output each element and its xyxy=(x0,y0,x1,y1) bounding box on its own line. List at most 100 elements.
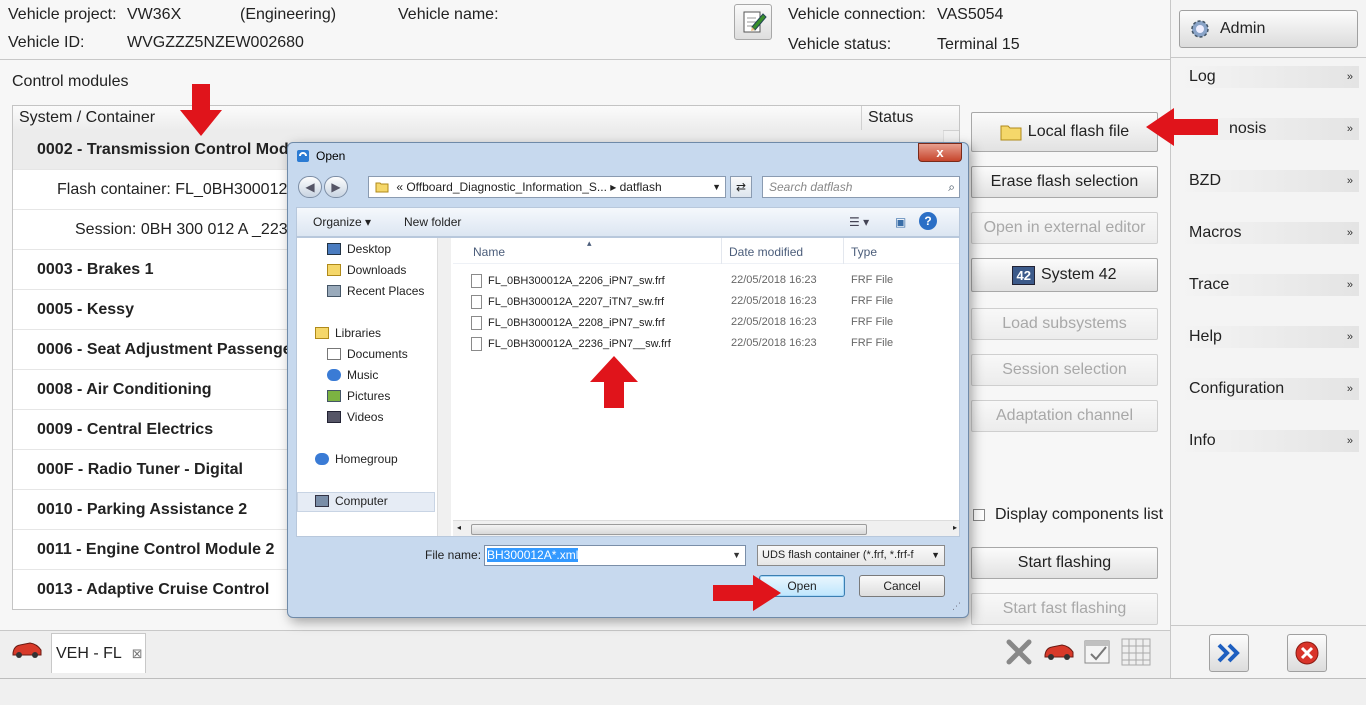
nav-music[interactable]: Music xyxy=(327,368,378,382)
system-42-button[interactable]: 42 System 42 xyxy=(971,258,1158,292)
file-list-horizontal-scrollbar[interactable]: ◂ ▸ xyxy=(453,520,959,536)
edit-vehicle-button[interactable] xyxy=(734,4,772,40)
file-name-label: File name: xyxy=(425,548,482,562)
address-bar[interactable]: « Offboard_Diagnostic_Information_S... ▸… xyxy=(368,176,726,198)
nav-downloads[interactable]: Downloads xyxy=(327,263,406,277)
erase-flash-selection-button[interactable]: Erase flash selection xyxy=(971,166,1158,198)
col-name[interactable]: Name xyxy=(473,245,505,259)
nav-libraries[interactable]: Libraries xyxy=(315,326,381,340)
col-date-modified[interactable]: Date modified xyxy=(729,245,803,259)
chevron-down-icon[interactable]: ▼ xyxy=(712,177,721,197)
sidebar-item-bzd[interactable]: BZD» xyxy=(1179,170,1359,192)
vehicle-info-header: Vehicle project: VW36X (Engineering) Veh… xyxy=(0,0,1170,60)
organize-button[interactable]: Organize ▾ xyxy=(313,215,371,229)
nav-documents[interactable]: Documents xyxy=(327,347,408,361)
vehicle-id-label: Vehicle ID: xyxy=(8,34,85,51)
file-name-value: BH300012A*.xml xyxy=(487,548,579,562)
vehicle-project-label: Vehicle project: xyxy=(8,6,117,23)
scrollbar-thumb[interactable] xyxy=(471,524,867,535)
gear-icon xyxy=(1191,20,1209,38)
red-arrow-down-icon xyxy=(180,84,222,136)
vehicle-id-value: WVGZZZ5NZEW002680 xyxy=(127,34,304,51)
nav-pane-scrollbar[interactable] xyxy=(437,238,451,536)
open-external-editor-button[interactable]: Open in external editor xyxy=(971,212,1158,244)
chevron-down-icon: » xyxy=(1346,123,1353,135)
vehicle-project-mode: (Engineering) xyxy=(240,6,337,23)
chevron-down-icon: » xyxy=(1346,383,1353,395)
dialog-close-button[interactable]: x xyxy=(918,143,962,162)
red-arrow-left-icon xyxy=(1146,108,1218,146)
view-options-icon[interactable]: ☰ ▾ xyxy=(849,215,869,229)
chevron-down-icon: ▼ xyxy=(931,546,940,565)
file-icon xyxy=(471,337,482,351)
sidebar-divider xyxy=(1171,57,1366,58)
resize-grip-icon[interactable]: ⋰ xyxy=(952,601,964,613)
nav-pictures[interactable]: Pictures xyxy=(327,389,390,403)
grid-table-icon[interactable] xyxy=(1120,637,1152,667)
chevron-down-icon[interactable]: ▼ xyxy=(732,546,741,565)
col-type[interactable]: Type xyxy=(851,245,877,259)
local-flash-file-button[interactable]: Local flash file xyxy=(971,112,1158,152)
double-chevron-right-icon xyxy=(1217,643,1240,663)
admin-button[interactable]: Admin xyxy=(1179,10,1358,48)
sidebar-item-log[interactable]: Log» xyxy=(1179,66,1359,88)
col-system-container[interactable]: System / Container xyxy=(19,109,155,127)
file-type-select[interactable]: UDS flash container (*.frf, *.frf-f ▼ xyxy=(757,545,945,566)
admin-label: Admin xyxy=(1220,20,1266,37)
sidebar-item-trace[interactable]: Trace» xyxy=(1179,274,1359,296)
file-row[interactable]: FL_0BH300012A_2208_iPN7_sw.frf 22/05/2018… xyxy=(453,312,953,333)
disconnect-tools-icon[interactable] xyxy=(1004,637,1034,667)
sidebar-item-info[interactable]: Info» xyxy=(1179,430,1359,452)
start-fast-flashing-button[interactable]: Start fast flashing xyxy=(971,593,1158,625)
car-icon[interactable] xyxy=(1042,639,1076,663)
sidebar-item-macros[interactable]: Macros» xyxy=(1179,222,1359,244)
sidebar-item-configuration[interactable]: Configuration» xyxy=(1179,378,1359,400)
scroll-left-icon[interactable]: ◂ xyxy=(457,523,461,532)
folder-icon xyxy=(1000,125,1022,141)
cancel-button[interactable]: Cancel xyxy=(859,575,945,597)
chevron-down-icon: » xyxy=(1346,331,1353,343)
new-folder-button[interactable]: New folder xyxy=(404,215,461,229)
checklist-window-icon[interactable] xyxy=(1082,637,1112,667)
vehicle-connection-value: VAS5054 xyxy=(937,6,1004,23)
help-icon[interactable]: ? xyxy=(919,212,937,230)
app-icon xyxy=(297,150,309,162)
tab-veh-fl-label: VEH - FL xyxy=(56,644,122,662)
file-row[interactable]: FL_0BH300012A_2206_iPN7_sw.frf 22/05/2018… xyxy=(453,270,953,291)
nav-homegroup[interactable]: Homegroup xyxy=(315,452,398,466)
scroll-right-icon[interactable]: ▸ xyxy=(953,523,957,532)
exit-button[interactable] xyxy=(1287,634,1327,672)
vehicle-project-value: VW36X xyxy=(127,6,182,23)
back-button[interactable]: ◀ xyxy=(298,176,322,198)
file-name-input[interactable]: BH300012A*.xml ▼ xyxy=(484,545,746,566)
file-list[interactable]: Name ▴ Date modified Type FL_0BH300012A_… xyxy=(453,238,959,536)
nav-desktop[interactable]: Desktop xyxy=(327,242,391,256)
chevron-down-icon: » xyxy=(1346,71,1353,83)
start-flashing-button[interactable]: Start flashing xyxy=(971,547,1158,579)
nav-computer[interactable]: Computer xyxy=(315,494,388,508)
chevron-down-icon: » xyxy=(1346,227,1353,239)
file-row[interactable]: FL_0BH300012A_2236_iPN7__sw.frf 22/05/201… xyxy=(453,333,953,354)
nav-videos[interactable]: Videos xyxy=(327,410,383,424)
display-components-checkbox[interactable] xyxy=(973,509,985,521)
close-tab-icon[interactable]: ⊠ xyxy=(132,646,143,662)
tab-veh-fl[interactable]: VEH - FL ⊠ xyxy=(51,633,146,673)
status-bar xyxy=(0,678,1366,705)
search-input[interactable]: Search datflash ⌕ xyxy=(762,176,960,198)
pictures-icon xyxy=(327,390,341,402)
preview-pane-icon[interactable]: ▣ xyxy=(895,215,906,229)
dialog-navigation-row: ◀ ▶ « Offboard_Diagnostic_Information_S.… xyxy=(296,175,960,199)
display-components-row[interactable]: Display components list xyxy=(973,506,1163,524)
sidebar-item-help[interactable]: Help» xyxy=(1179,326,1359,348)
session-selection-button[interactable]: Session selection xyxy=(971,354,1158,386)
col-status[interactable]: Status xyxy=(861,106,943,130)
forward-nav-button[interactable]: ▶ xyxy=(324,176,348,198)
notepad-pencil-icon xyxy=(743,11,767,33)
adaptation-channel-button[interactable]: Adaptation channel xyxy=(971,400,1158,432)
file-row[interactable]: FL_0BH300012A_2207_iTN7_sw.frf 22/05/2018… xyxy=(453,291,953,312)
nav-recent-places[interactable]: Recent Places xyxy=(327,284,424,298)
refresh-button[interactable]: ⇄ xyxy=(730,176,752,198)
file-icon xyxy=(471,316,482,330)
load-subsystems-button[interactable]: Load subsystems xyxy=(971,308,1158,340)
forward-button[interactable] xyxy=(1209,634,1249,672)
